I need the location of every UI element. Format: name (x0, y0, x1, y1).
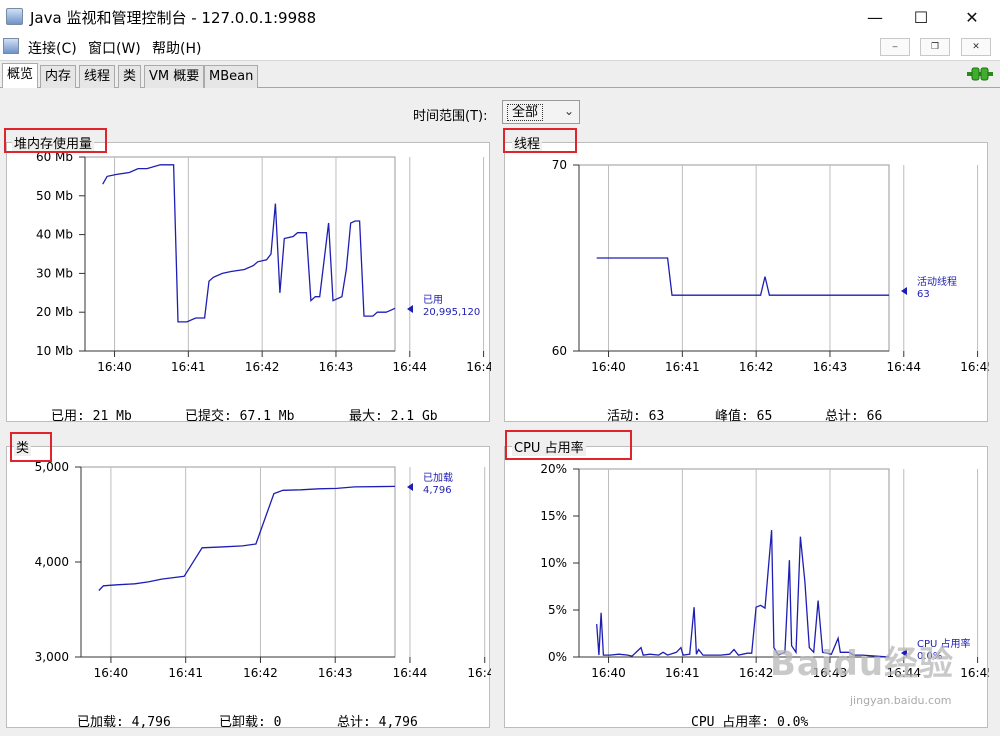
x-tick-label: 16:42 (245, 360, 280, 374)
legend-name: 活动线程 (917, 275, 957, 288)
threads-total-stat: 总计: 66 (825, 409, 883, 424)
classes-unloaded-stat: 已卸载: 0 (219, 715, 282, 730)
x-tick-label: 16:42 (739, 666, 774, 680)
menu-connect[interactable]: 连接(C) (28, 38, 77, 58)
watermark-url: jingyan.baidu.com (850, 694, 952, 707)
y-tick-label: 4,000 (35, 555, 69, 569)
x-tick-label: 16:43 (318, 666, 353, 680)
tab-threads[interactable]: 线程 (79, 65, 116, 88)
x-tick-label: 16:41 (665, 360, 700, 374)
classes-chart: 16:40 16:41 16:42 16:43 16:44 16:45 3,000 4,000… (35, 460, 491, 680)
x-tick-label: 16:45 (467, 666, 491, 680)
frame-close-button[interactable]: ✕ (961, 38, 991, 56)
window-title: Java 监视和管理控制台 - 127.0.0.1:9988 (30, 9, 317, 27)
x-tick-label: 16:40 (591, 360, 626, 374)
time-range-select[interactable]: 全部 ⌄ (502, 100, 580, 124)
x-tick-label: 16:41 (168, 666, 203, 680)
internal-frame-icon[interactable] (3, 38, 19, 54)
y-tick-label: 70 (552, 158, 567, 172)
x-tick-label: 16:44 (392, 360, 427, 374)
legend-name: 已加载 (423, 472, 453, 484)
x-tick-label: 16:42 (243, 666, 278, 680)
tab-memory[interactable]: 内存 (40, 65, 77, 88)
menu-window[interactable]: 窗口(W) (88, 38, 141, 58)
threads-live-stat: 活动: 63 (607, 409, 665, 424)
x-tick-label: 16:40 (94, 666, 129, 680)
y-tick-label: 3,000 (35, 650, 69, 664)
heap-max-stat: 最大: 2.1 Gb (349, 409, 438, 424)
legend-name: 已用 (423, 295, 443, 306)
x-tick-label: 16:43 (813, 360, 848, 374)
classes-loaded-stat: 已加载: 4,796 (77, 715, 171, 730)
heap-committed-stat: 已提交: 67.1 Mb (185, 409, 295, 424)
heap-memory-chart: 16:40 16:41 16:42 16:43 16:44 16:45 10 Mb 20 Mb… (36, 150, 491, 374)
y-tick-label: 5% (548, 603, 567, 617)
connection-status-icon[interactable] (966, 66, 994, 82)
maximize-button[interactable]: ☐ (898, 0, 944, 34)
highlight-box (503, 128, 577, 153)
classes-total-stat: 总计: 4,796 (337, 715, 418, 730)
plot-area (80, 466, 396, 658)
threads-chart: 16:40 16:41 16:42 16:43 16:44 16:45 60 70 活动线程63 (552, 158, 989, 374)
threads-panel: 16:40 16:41 16:42 16:43 16:44 16:45 60 70 活动线程63… (504, 142, 989, 424)
classes-panel: 16:40 16:41 16:42 16:43 16:44 16:45 3,000 4,000… (6, 446, 491, 730)
y-tick-label: 20 Mb (36, 305, 73, 319)
tab-overview[interactable]: 概览 (2, 63, 39, 89)
frame-minimize-button[interactable]: ‒ (880, 38, 910, 56)
heap-memory-panel: 16:40 16:41 16:42 16:43 16:44 16:45 10 Mb 20 Mb… (6, 142, 491, 424)
title-bar: Java 监视和管理控制台 - 127.0.0.1:9988 — ☐ ✕ (0, 0, 1000, 34)
cpu-usage-panel: 16:4016:4116:4216:4316:4416:450%5%10%15%… (504, 446, 989, 730)
highlight-box (10, 432, 52, 462)
close-button[interactable]: ✕ (949, 0, 995, 34)
minimize-button[interactable]: — (852, 0, 898, 34)
y-tick-label: 40 Mb (36, 228, 73, 242)
x-tick-label: 16:44 (886, 360, 921, 374)
x-tick-label: 16:45 (960, 360, 989, 374)
x-tick-label: 16:45 (466, 360, 491, 374)
plot-area (84, 156, 396, 352)
tab-strip: 概览 内存 线程 类 VM 概要 MBean (0, 60, 1000, 89)
menu-bar: 连接(C) 窗口(W) 帮助(H) (0, 34, 1000, 60)
chevron-down-icon: ⌄ (563, 104, 574, 118)
y-tick-label: 50 Mb (36, 189, 73, 203)
y-tick-label: 10 Mb (36, 344, 73, 358)
frame-restore-button[interactable]: ❐ (920, 38, 950, 56)
menu-help[interactable]: 帮助(H) (152, 38, 201, 58)
x-tick-label: 16:45 (960, 666, 989, 680)
heap-used-stat: 已用: 21 Mb (51, 409, 132, 424)
legend-value: 63 (917, 289, 930, 300)
y-tick-label: 60 (552, 344, 567, 358)
y-tick-label: 0% (548, 650, 567, 664)
time-range-value: 全部 (507, 104, 544, 121)
x-tick-label: 16:42 (739, 360, 774, 374)
y-tick-label: 10% (540, 556, 567, 570)
y-tick-label: 20% (540, 462, 567, 476)
highlight-box (505, 430, 632, 460)
legend-value: 20,995,120 (423, 307, 480, 318)
x-tick-label: 16:40 (97, 360, 132, 374)
time-range-label: 时间范围(T): (413, 109, 488, 124)
y-tick-label: 30 Mb (36, 266, 73, 280)
tab-classes[interactable]: 类 (118, 65, 142, 88)
java-app-icon (6, 8, 23, 25)
tab-vm-summary[interactable]: VM 概要 (144, 65, 205, 88)
highlight-box (4, 128, 107, 153)
watermark-logo: Baidu经验 (770, 644, 955, 684)
x-tick-label: 16:44 (393, 666, 428, 680)
y-tick-label: 5,000 (35, 460, 69, 474)
tab-mbean[interactable]: MBean (204, 65, 259, 88)
x-tick-label: 16:40 (591, 666, 626, 680)
threads-peak-stat: 峰值: 65 (715, 409, 773, 424)
legend-value: 4,796 (423, 485, 452, 496)
cpu-usage-stat: CPU 占用率: 0.0% (691, 715, 809, 730)
x-tick-label: 16:41 (665, 666, 700, 680)
x-tick-label: 16:41 (171, 360, 206, 374)
y-tick-label: 15% (540, 509, 567, 523)
x-tick-label: 16:43 (319, 360, 354, 374)
plot-area (578, 468, 890, 658)
